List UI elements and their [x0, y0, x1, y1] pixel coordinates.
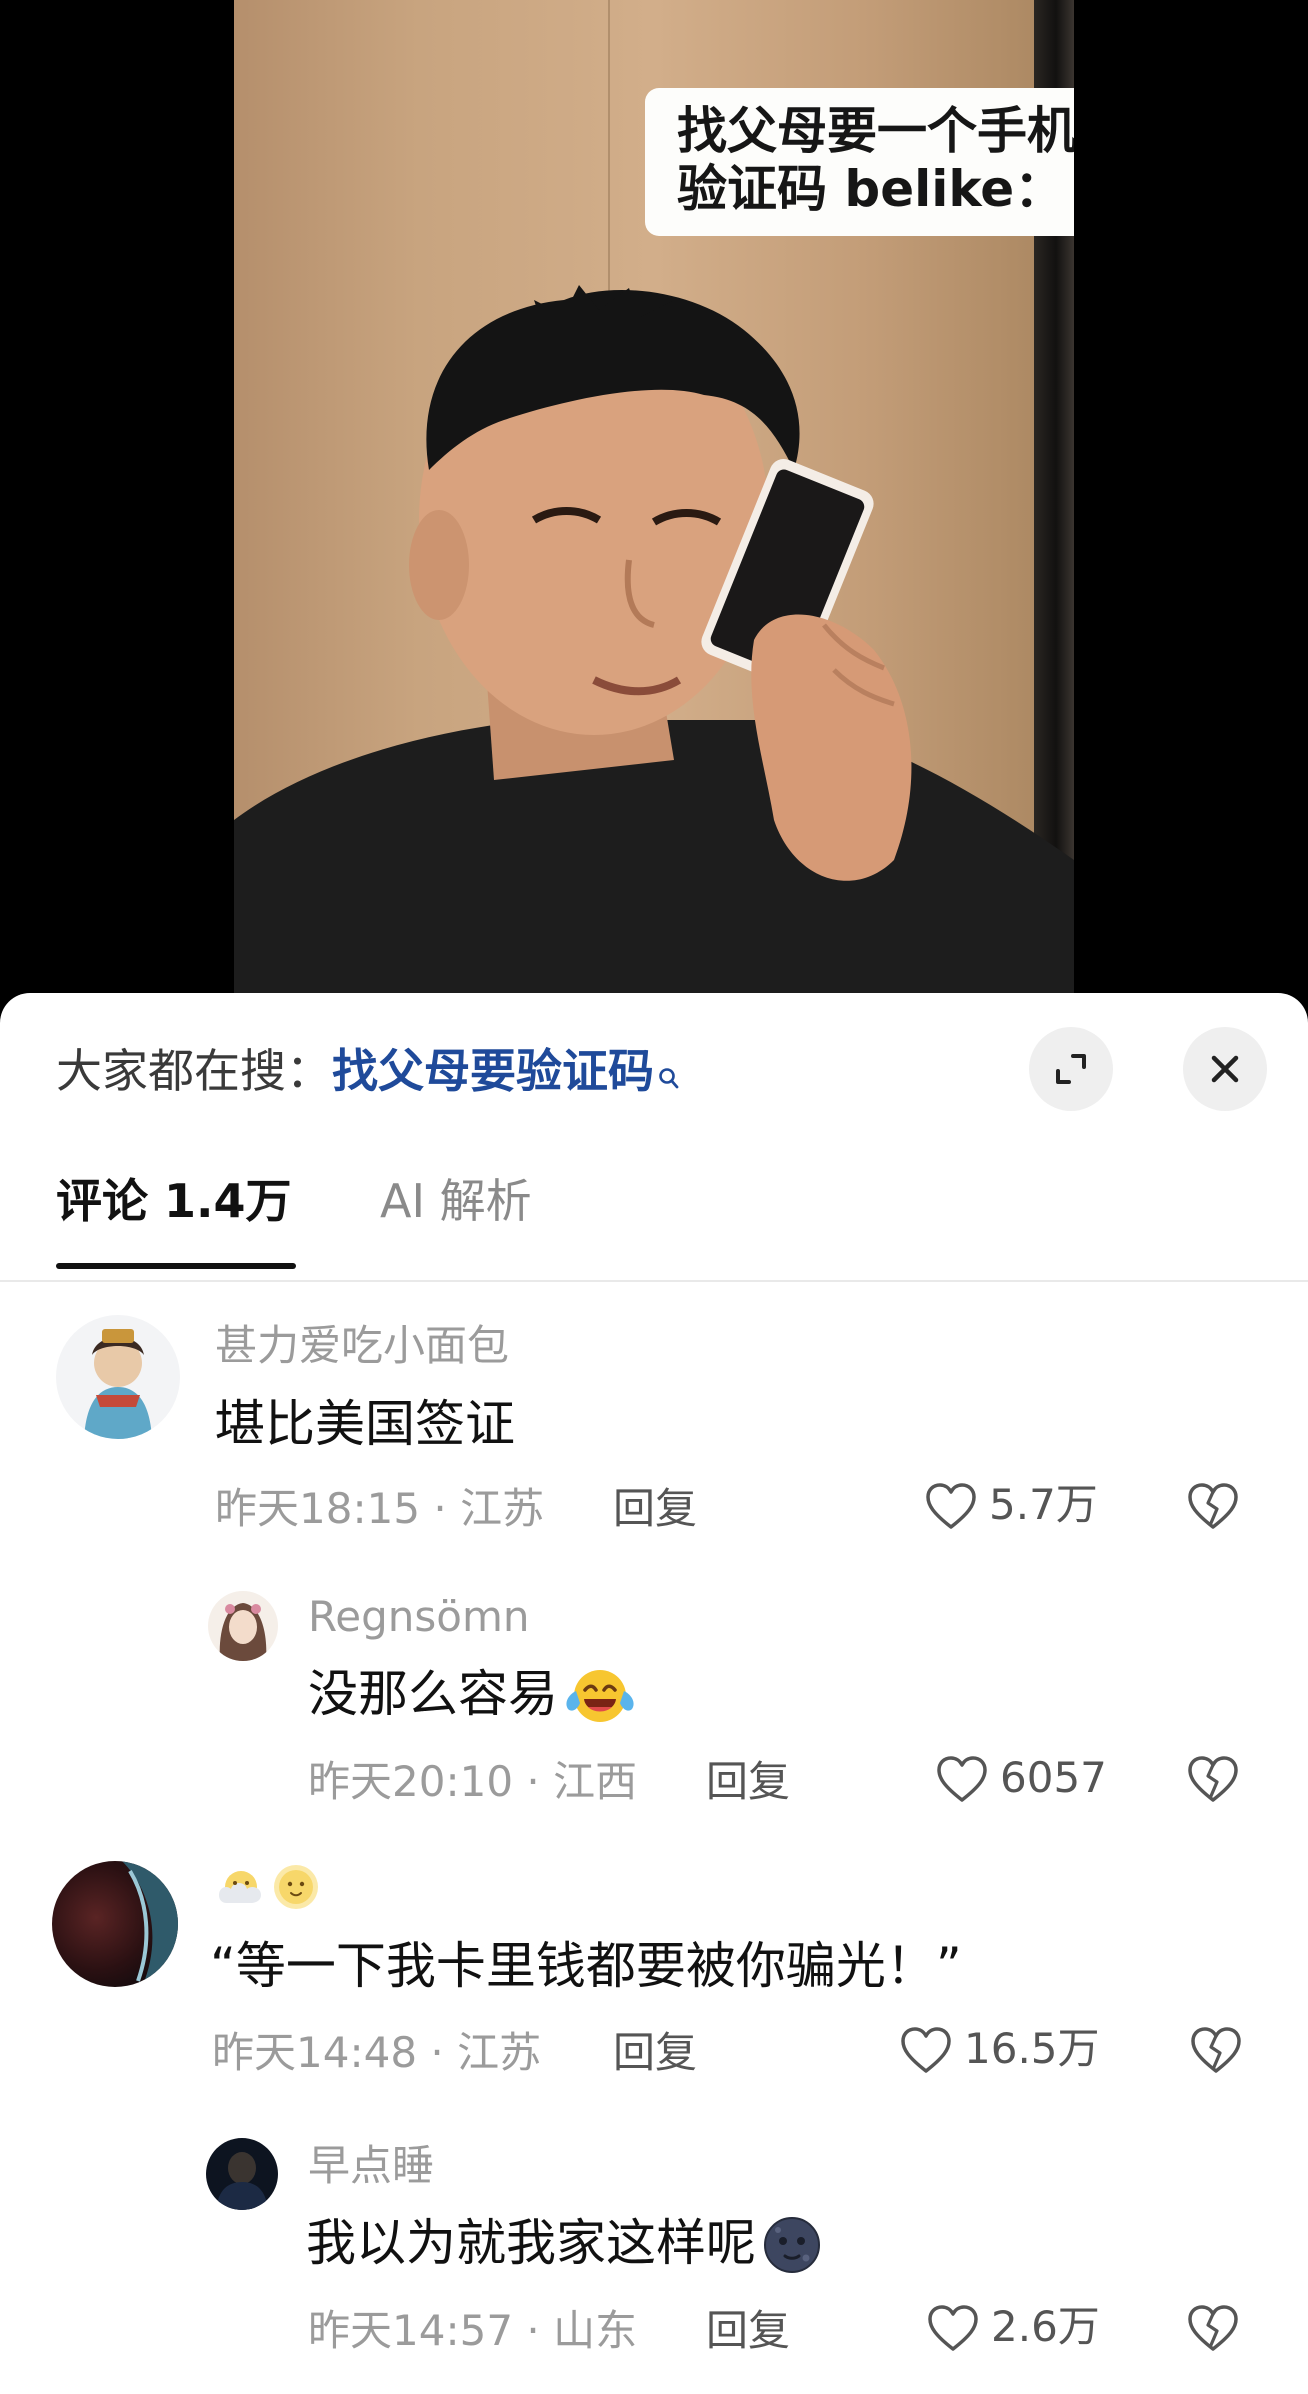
reply-button[interactable]: 回复 — [613, 2027, 697, 2079]
face-in-clouds-emoji — [215, 1861, 267, 1925]
like-button[interactable]: 6057 — [934, 1752, 1107, 1808]
comments-screen: 找父母要一个手机 验证码 belike： 大家都在搜：找父母要验证码 评论 1.… — [0, 0, 1308, 2394]
trending-search-term[interactable]: 找父母要验证码 — [332, 1044, 654, 1098]
broken-heart-icon — [1188, 1756, 1238, 1802]
comment-author[interactable]: 早点睡 — [308, 2140, 434, 2192]
dislike-button[interactable] — [1185, 1479, 1241, 1539]
tabs-divider — [0, 1280, 1308, 1282]
video-caption-line-2: 验证码 belike： — [677, 160, 1065, 218]
comment-meta: 昨天18:15 · 江苏 — [215, 1484, 545, 1533]
comment-sheet: 大家都在搜：找父母要验证码 评论 1.4万 AI 解析 甚力爱吃小面包 堪比美国… — [0, 993, 1308, 2394]
video-caption-line-1: 找父母要一个手机 — [677, 102, 1074, 160]
avatar[interactable] — [206, 2138, 278, 2210]
avatar[interactable] — [208, 1591, 278, 1661]
close-button[interactable] — [1183, 1027, 1267, 1111]
sun-with-face-emoji — [267, 1861, 325, 1925]
dislike-button[interactable] — [1185, 2301, 1241, 2361]
like-count: 16.5万 — [964, 2024, 1100, 2073]
close-icon — [1211, 1055, 1239, 1083]
comment-text: “等一下我卡里钱都要被你骗光！” — [210, 1937, 962, 1995]
comment-author[interactable]: Regnsömn — [308, 1591, 530, 1643]
reply-button[interactable]: 回复 — [613, 1483, 697, 1535]
video-caption: 找父母要一个手机 验证码 belike： — [645, 88, 1074, 236]
new-moon-face-emoji — [756, 2212, 828, 2292]
broken-heart-icon — [1191, 2027, 1241, 2073]
comment-author-emoji-name[interactable] — [215, 1861, 325, 1925]
heart-icon — [926, 1483, 976, 1529]
broken-heart-icon — [1188, 1483, 1238, 1529]
like-button[interactable]: 2.6万 — [925, 2301, 1100, 2357]
like-button[interactable]: 5.7万 — [923, 1479, 1098, 1535]
trending-search-link[interactable]: 大家都在搜：找父母要验证码 — [56, 1043, 680, 1103]
comment-text: 堪比美国签证 — [215, 1395, 515, 1453]
expand-button[interactable] — [1029, 1027, 1113, 1111]
broken-heart-icon — [1188, 2305, 1238, 2351]
tab-ai-analysis[interactable]: AI 解析 — [380, 1171, 532, 1231]
like-button[interactable]: 16.5万 — [898, 2023, 1100, 2079]
heart-icon — [901, 2027, 951, 2073]
avatar[interactable] — [56, 1315, 180, 1439]
heart-icon — [937, 1756, 987, 1802]
comment-text: 没那么容易 — [308, 1663, 642, 1743]
trending-search-prefix: 大家都在搜： — [56, 1044, 332, 1098]
active-tab-indicator — [56, 1263, 296, 1269]
like-count: 5.7万 — [989, 1480, 1098, 1529]
comment-meta: 昨天20:10 · 江西 — [308, 1757, 638, 1806]
dislike-button[interactable] — [1185, 1752, 1241, 1812]
heart-icon — [928, 2305, 978, 2351]
avatar[interactable] — [52, 1861, 178, 1987]
video-player[interactable]: 找父母要一个手机 验证码 belike： — [0, 0, 1308, 1010]
tears-of-joy-emoji — [558, 1663, 642, 1743]
reply-button[interactable]: 回复 — [706, 2305, 790, 2357]
comment-tabs: 评论 1.4万 AI 解析 — [0, 1161, 1308, 1273]
comment-text-content: 没那么容易 — [308, 1665, 558, 1723]
like-count: 6057 — [1000, 1753, 1107, 1802]
expand-icon — [1056, 1054, 1086, 1084]
comment-meta: 昨天14:57 · 山东 — [308, 2306, 638, 2355]
comment-text-content: 我以为就我家这样呢 — [306, 2214, 756, 2272]
dislike-button[interactable] — [1188, 2023, 1244, 2083]
video-frame: 找父母要一个手机 验证码 belike： — [234, 0, 1074, 1010]
comment-text: 我以为就我家这样呢 — [306, 2212, 828, 2292]
reply-button[interactable]: 回复 — [706, 1756, 790, 1808]
tab-comments[interactable]: 评论 1.4万 — [56, 1171, 292, 1231]
comment-meta: 昨天14:48 · 江苏 — [212, 2028, 542, 2077]
search-icon — [658, 1047, 680, 1103]
like-count: 2.6万 — [991, 2302, 1100, 2351]
comment-author[interactable]: 甚力爱吃小面包 — [215, 1320, 509, 1372]
